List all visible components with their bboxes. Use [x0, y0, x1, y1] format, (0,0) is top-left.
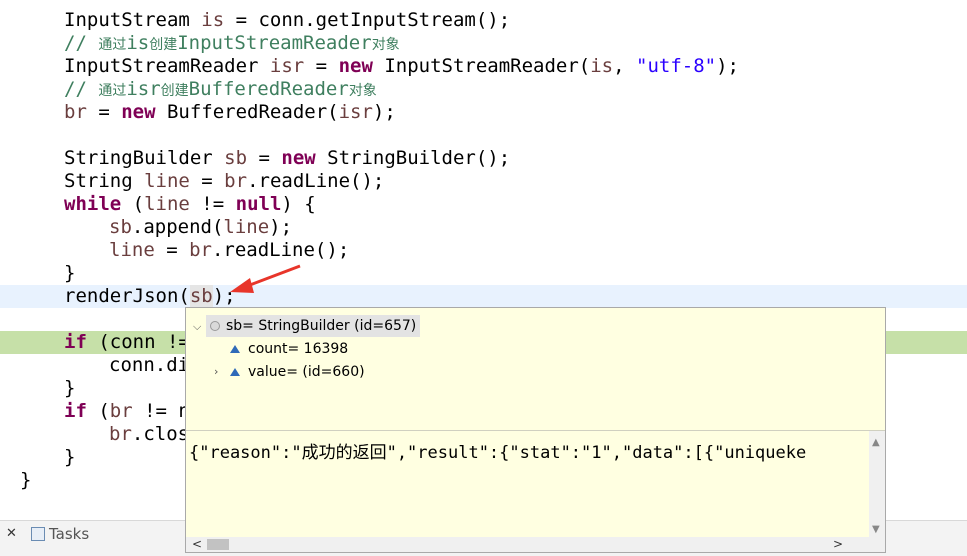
chevron-right-icon[interactable]: › — [214, 365, 218, 378]
scroll-right-icon[interactable]: > — [833, 537, 843, 552]
field-icon — [230, 368, 240, 376]
code-line: sb.append(line); — [109, 216, 293, 238]
vertical-scrollbar[interactable]: ▲ ▼ — [869, 431, 885, 539]
code-line: String line = br.readLine(); — [64, 170, 385, 192]
variable-tree[interactable]: ⌵ sb= StringBuilder (id=657) count= 1639… — [186, 308, 885, 430]
code-comment-line: // 通过isr创建BufferedReader对象 — [64, 78, 377, 100]
annotation-arrow-icon — [230, 264, 301, 293]
code-comment-line: // 通过is创建InputStreamReader对象 — [64, 32, 400, 54]
code-line: StringBuilder sb = new StringBuilder(); — [64, 147, 511, 169]
tasks-icon — [31, 527, 45, 541]
code-line: InputStream is = conn.getInputStream(); — [64, 9, 511, 31]
close-icon[interactable]: ✕ — [6, 526, 17, 541]
value-detail-text: {"reason":"成功的返回","result":{"stat":"1","… — [189, 443, 807, 463]
object-icon — [210, 321, 220, 331]
scroll-down-icon[interactable]: ▼ — [872, 524, 880, 535]
code-line: } — [64, 262, 76, 284]
debug-hover-popup[interactable]: ⌵ sb= StringBuilder (id=657) count= 1639… — [185, 307, 886, 553]
tree-item-count[interactable]: count= 16398 — [230, 338, 348, 360]
code-line: br = new BufferedReader(isr); — [64, 101, 396, 123]
chevron-down-icon[interactable]: ⌵ — [193, 320, 201, 334]
value-detail-pane[interactable]: {"reason":"成功的返回","result":{"stat":"1","… — [186, 431, 869, 539]
tab-tasks[interactable]: Tasks — [49, 525, 89, 543]
code-line: InputStreamReader isr = new InputStreamR… — [64, 55, 739, 77]
code-line: while (line != null) { — [64, 193, 316, 215]
scroll-corner — [869, 537, 885, 552]
code-line: line = br.readLine(); — [109, 239, 350, 261]
horizontal-scrollbar[interactable]: < > — [186, 537, 869, 552]
tree-item-value[interactable]: value= (id=660) — [230, 361, 365, 383]
field-icon — [230, 345, 240, 353]
scroll-thumb[interactable] — [207, 539, 229, 550]
current-line: renderJson(sb); — [0, 285, 967, 308]
scroll-left-icon[interactable]: < — [192, 537, 202, 552]
tree-item-sb[interactable]: sb= StringBuilder (id=657) — [206, 315, 421, 337]
scroll-up-icon[interactable]: ▲ — [872, 437, 880, 448]
hovered-variable-sb[interactable]: sb — [189, 285, 213, 307]
